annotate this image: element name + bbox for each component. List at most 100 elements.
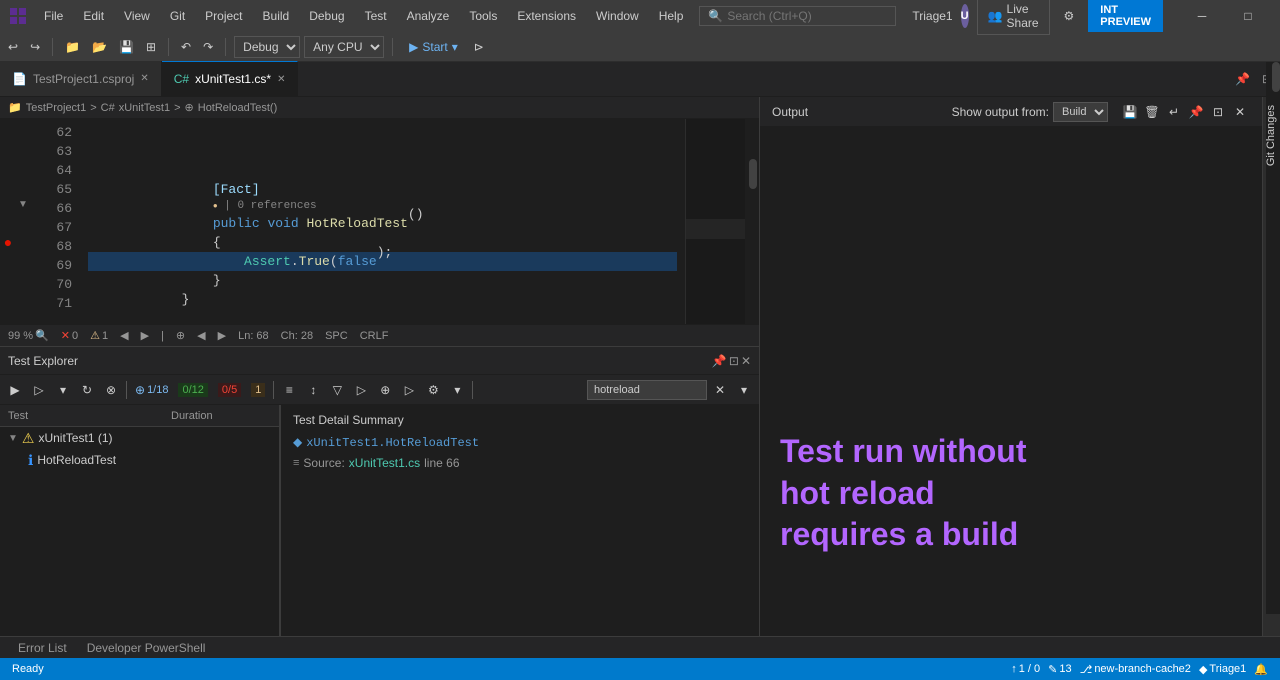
search-input[interactable] [727, 9, 887, 23]
status-bell[interactable]: 🔔 [1250, 658, 1272, 680]
pin-button[interactable]: 📌 [1231, 72, 1254, 86]
source-file-link[interactable]: xUnitTest1.cs [349, 456, 420, 470]
test-child-item[interactable]: ℹ HotReloadTest [0, 449, 279, 471]
goto-symbol-btn[interactable]: ⊕ [176, 329, 185, 342]
bottom-tab-errors[interactable]: Error List [8, 637, 77, 659]
forward-button[interactable]: ↪ [26, 38, 44, 56]
settings-icon[interactable]: ⚙ [1058, 9, 1081, 23]
menu-window[interactable]: Window [588, 7, 647, 25]
refresh-button[interactable]: ↻ [76, 379, 98, 401]
tab-csproj-close[interactable]: ✕ [140, 73, 148, 84]
te-close-icon[interactable]: ✕ [741, 354, 751, 368]
cancel-button[interactable]: ⊗ [100, 379, 122, 401]
start-button[interactable]: ▶ Start ▾ [401, 38, 466, 56]
test-search-clear[interactable]: ✕ [709, 379, 731, 401]
status-edit-count[interactable]: ✎ 13 [1044, 658, 1075, 680]
editor-warnings[interactable]: ⚠ 1 [90, 329, 108, 342]
minimize-button[interactable]: ─ [1179, 0, 1225, 32]
nav-prev-btn[interactable]: ◀ [120, 329, 128, 342]
nav-right-btn[interactable]: ▶ [218, 329, 226, 342]
scroll-thumb[interactable] [749, 159, 757, 189]
menu-tools[interactable]: Tools [461, 7, 505, 25]
passed-count[interactable]: 0/12 [174, 383, 211, 397]
test-group-item[interactable]: ▼ ⚠ xUnitTest1 (1) [0, 427, 279, 449]
test-search-options[interactable]: ▾ [733, 379, 755, 401]
breadcrumb-method[interactable]: HotReloadTest() [198, 102, 277, 114]
new-project-button[interactable]: 📁 [61, 38, 84, 56]
run-dropdown[interactable]: ▾ [52, 379, 74, 401]
sort-button[interactable]: ↕ [302, 379, 324, 401]
menu-debug[interactable]: Debug [301, 7, 352, 25]
output-clear-btn[interactable]: 🗑 [1142, 102, 1162, 122]
run-playlist-button[interactable]: ▷ [398, 379, 420, 401]
run-all-button[interactable]: ▶ [4, 379, 26, 401]
failed-count[interactable]: 0/5 [214, 383, 245, 397]
menu-edit[interactable]: Edit [75, 7, 112, 25]
open-button[interactable]: 📂 [88, 38, 111, 56]
tab-xunitcs[interactable]: C# xUnitTest1.cs* ✕ [162, 61, 299, 96]
settings-dropdown[interactable]: ▾ [446, 379, 468, 401]
step-over-button[interactable]: ⊳ [470, 38, 488, 56]
menu-test[interactable]: Test [357, 7, 395, 25]
status-ready[interactable]: Ready [8, 658, 48, 680]
status-project[interactable]: ◆ Triage1 [1195, 658, 1250, 680]
menu-extensions[interactable]: Extensions [509, 7, 584, 25]
debug-config-select[interactable]: Debug [234, 36, 300, 58]
editor-scrollbar[interactable] [745, 119, 759, 324]
restore-button[interactable]: □ [1225, 0, 1271, 32]
status-git-push[interactable]: ↑ 1 / 0 [1007, 658, 1044, 680]
te-float-icon[interactable]: ⊡ [729, 354, 739, 368]
group-by-button[interactable]: ≡ [278, 379, 300, 401]
tab-csproj[interactable]: 📄 TestProject1.csproj ✕ [0, 61, 162, 96]
redo-button[interactable]: ↷ [199, 38, 217, 56]
output-pin-btn[interactable]: 📌 [1186, 102, 1206, 122]
output-close-btn[interactable]: ✕ [1230, 102, 1250, 122]
menu-analyze[interactable]: Analyze [399, 7, 458, 25]
te-pin-icon[interactable]: 📌 [712, 354, 727, 368]
menu-project[interactable]: Project [197, 7, 250, 25]
save-all-button[interactable]: ⊞ [142, 38, 160, 56]
playlist-button[interactable]: ▷ [350, 379, 372, 401]
menu-view[interactable]: View [116, 7, 158, 25]
output-save-btn[interactable]: 💾 [1120, 102, 1140, 122]
bottom-tab-powershell[interactable]: Developer PowerShell [77, 637, 216, 659]
save-button[interactable]: 💾 [115, 38, 138, 56]
test-search-input[interactable] [587, 380, 707, 400]
output-float-btn[interactable]: ⊡ [1208, 102, 1228, 122]
undo-button[interactable]: ↶ [177, 38, 195, 56]
breadcrumb-project[interactable]: TestProject1 [26, 102, 87, 114]
tab-xunitcs-close[interactable]: ✕ [277, 74, 285, 85]
git-changes-label[interactable]: Git Changes [1263, 97, 1280, 174]
menu-file[interactable]: File [36, 7, 71, 25]
skipped-count[interactable]: 1 [247, 383, 269, 397]
status-branch[interactable]: ⎇ new-branch-cache2 [1076, 658, 1195, 680]
back-button[interactable]: ↩ [4, 38, 22, 56]
menu-build[interactable]: Build [255, 7, 298, 25]
int-preview-button[interactable]: INT PREVIEW [1088, 0, 1163, 32]
editor-errors[interactable]: ✕ 0 [61, 329, 78, 342]
collapse-btn[interactable]: ▼ [16, 195, 30, 214]
minimap-highlight [686, 219, 745, 239]
menu-help[interactable]: Help [651, 7, 692, 25]
add-playlist-button[interactable]: ⊕ [374, 379, 396, 401]
output-wrap-btn[interactable]: ↵ [1164, 102, 1184, 122]
live-share-button[interactable]: 👥 Live Share [977, 0, 1050, 35]
nav-left-btn[interactable]: ◀ [197, 329, 205, 342]
search-box[interactable]: 🔍 [699, 6, 896, 26]
test-detail-source: ≡ Source: xUnitTest1.cs line 66 [293, 456, 648, 470]
filter-button[interactable]: ▽ [326, 379, 348, 401]
close-button[interactable]: ✕ [1271, 0, 1280, 32]
total-count[interactable]: ⊕ 1/18 [131, 383, 172, 397]
menu-git[interactable]: Git [162, 7, 193, 25]
breadcrumb-class[interactable]: xUnitTest1 [119, 102, 170, 114]
run-selected-button[interactable]: ▷ [28, 379, 50, 401]
settings-button[interactable]: ⚙ [422, 379, 444, 401]
breakpoint-dot[interactable]: ● [0, 233, 16, 252]
zoom-level[interactable]: 99 % 🔍 [8, 329, 49, 342]
platform-select[interactable]: Any CPU [304, 36, 384, 58]
code-body[interactable]: [Fact] ● | 0 references public void HotR… [80, 119, 685, 324]
output-scroll-thumb[interactable] [1272, 62, 1280, 92]
test-detail-title: ◆ xUnitTest1.HotReloadTest [293, 435, 648, 450]
nav-next-btn[interactable]: ▶ [141, 329, 149, 342]
output-source-select[interactable]: Build [1053, 102, 1108, 122]
